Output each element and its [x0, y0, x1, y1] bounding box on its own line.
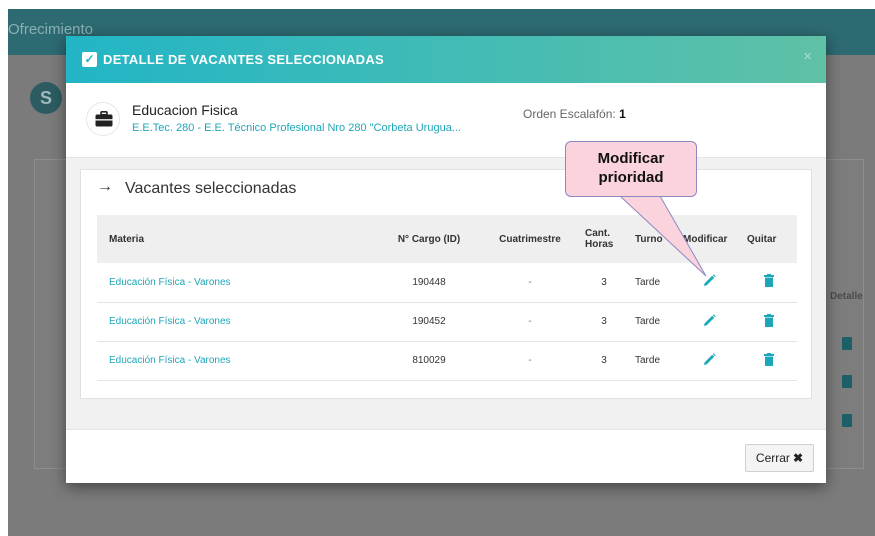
callout-tail-cover [620, 195, 660, 196]
